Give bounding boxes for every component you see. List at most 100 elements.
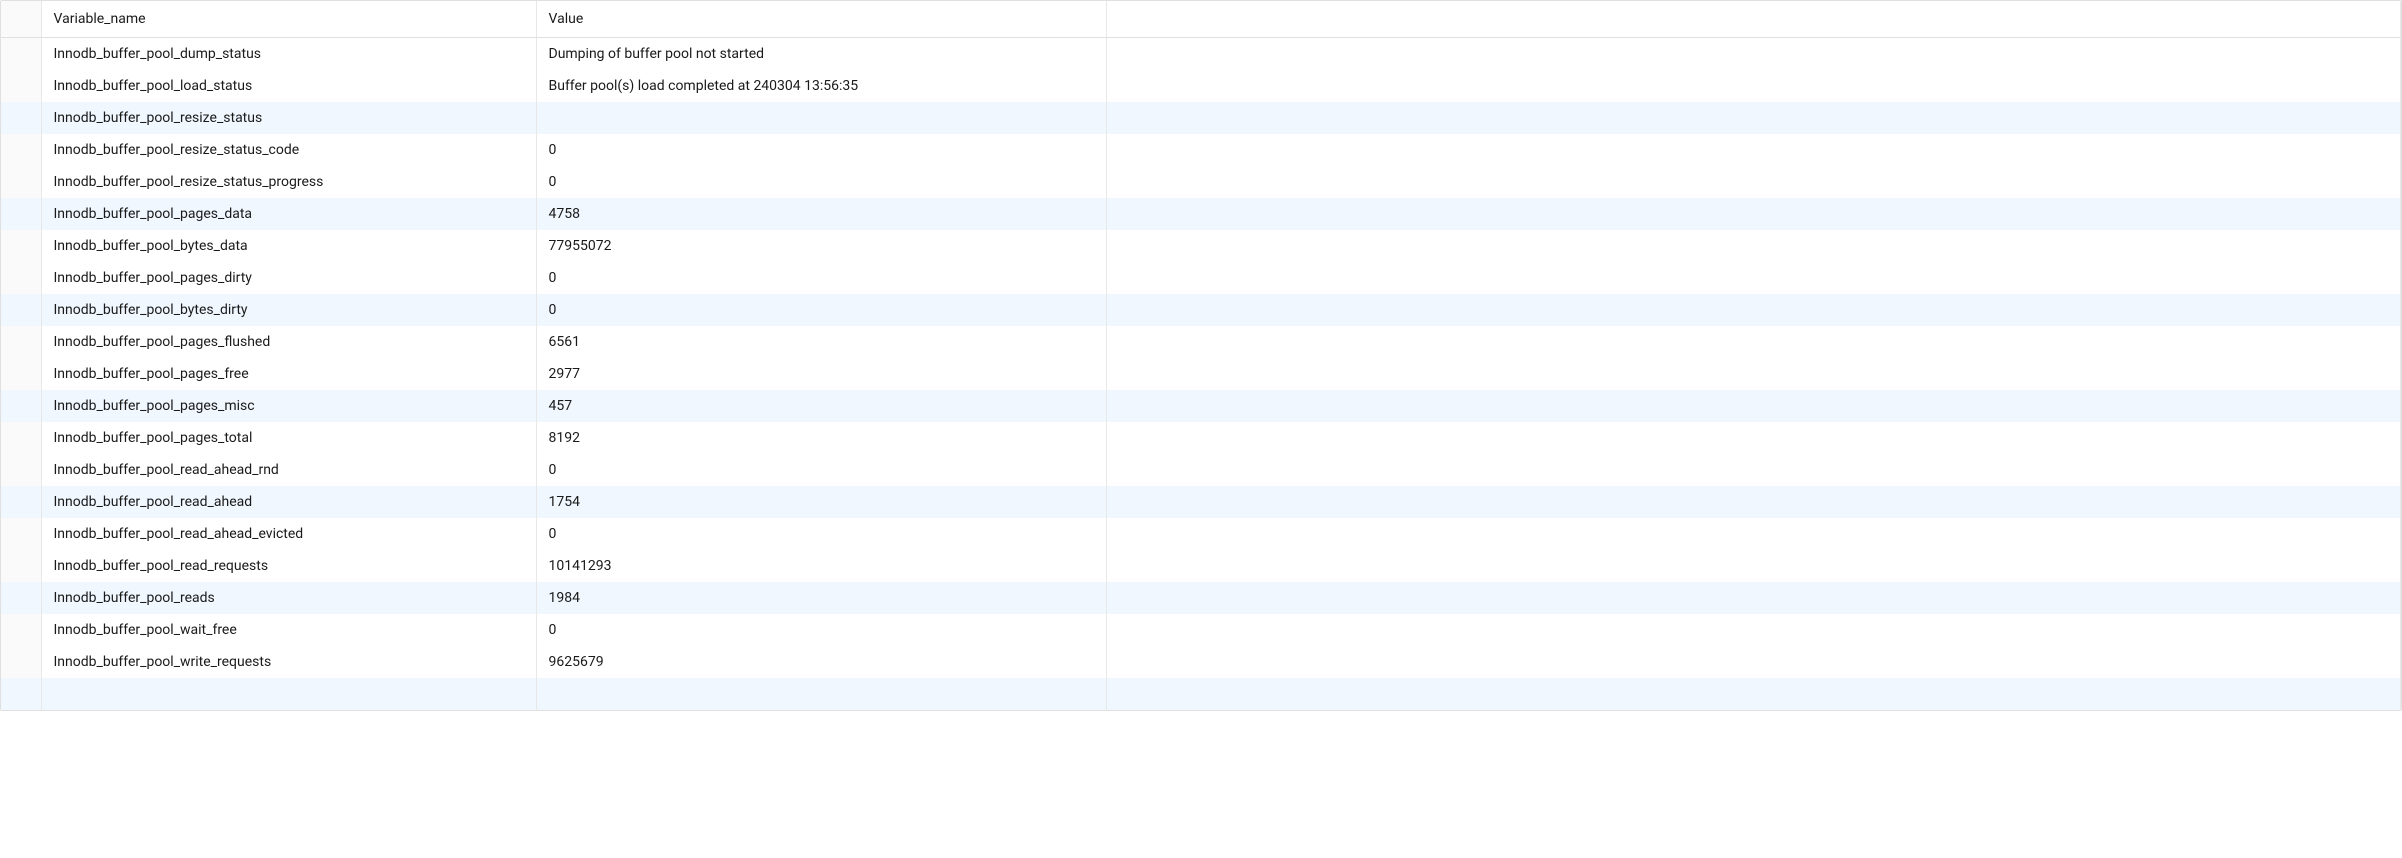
cell-value[interactable]: Dumping of buffer pool not started bbox=[536, 37, 1106, 70]
table-row[interactable]: Innodb_buffer_pool_pages_misc457 bbox=[1, 390, 2401, 422]
table-row[interactable]: Innodb_buffer_pool_read_ahead_evicted0 bbox=[1, 518, 2401, 550]
cell-variable-name[interactable]: Innodb_buffer_pool_pages_data bbox=[41, 198, 536, 230]
row-gutter[interactable] bbox=[1, 37, 41, 70]
table-row[interactable]: Innodb_buffer_pool_pages_dirty0 bbox=[1, 262, 2401, 294]
row-gutter[interactable] bbox=[1, 390, 41, 422]
cell-variable-name[interactable]: Innodb_buffer_pool_read_ahead_evicted bbox=[41, 518, 536, 550]
table-row[interactable]: Innodb_buffer_pool_wait_free0 bbox=[1, 614, 2401, 646]
cell-value[interactable]: 1754 bbox=[536, 486, 1106, 518]
cell-value[interactable]: 10141293 bbox=[536, 550, 1106, 582]
cell-value bbox=[536, 678, 1106, 710]
cell-value[interactable]: 0 bbox=[536, 454, 1106, 486]
table-header-row: Variable_name Value bbox=[1, 1, 2401, 37]
cell-variable-name[interactable]: Innodb_buffer_pool_load_status bbox=[41, 70, 536, 102]
cell-extra bbox=[1106, 454, 2401, 486]
cell-value[interactable]: 0 bbox=[536, 518, 1106, 550]
table-row[interactable]: Innodb_buffer_pool_pages_total8192 bbox=[1, 422, 2401, 454]
results-table-container: Variable_name Value Innodb_buffer_pool_d… bbox=[0, 0, 2402, 711]
column-header-gutter[interactable] bbox=[1, 1, 41, 37]
row-gutter[interactable] bbox=[1, 326, 41, 358]
cell-variable-name[interactable]: Innodb_buffer_pool_bytes_data bbox=[41, 230, 536, 262]
row-gutter[interactable] bbox=[1, 550, 41, 582]
table-row[interactable]: Innodb_buffer_pool_resize_status_code0 bbox=[1, 134, 2401, 166]
cell-value[interactable] bbox=[536, 102, 1106, 134]
table-row-empty bbox=[1, 678, 2401, 710]
table-row[interactable]: Innodb_buffer_pool_bytes_data77955072 bbox=[1, 230, 2401, 262]
row-gutter[interactable] bbox=[1, 294, 41, 326]
cell-value[interactable]: 2977 bbox=[536, 358, 1106, 390]
row-gutter[interactable] bbox=[1, 358, 41, 390]
table-row[interactable]: Innodb_buffer_pool_resize_status bbox=[1, 102, 2401, 134]
table-row[interactable]: Innodb_buffer_pool_pages_free2977 bbox=[1, 358, 2401, 390]
cell-value[interactable]: 0 bbox=[536, 166, 1106, 198]
column-header-value[interactable]: Value bbox=[536, 1, 1106, 37]
row-gutter[interactable] bbox=[1, 134, 41, 166]
row-gutter[interactable] bbox=[1, 422, 41, 454]
table-row[interactable]: Innodb_buffer_pool_read_requests10141293 bbox=[1, 550, 2401, 582]
table-row[interactable]: Innodb_buffer_pool_pages_flushed6561 bbox=[1, 326, 2401, 358]
table-row[interactable]: Innodb_buffer_pool_write_requests9625679 bbox=[1, 646, 2401, 678]
cell-variable-name[interactable]: Innodb_buffer_pool_pages_misc bbox=[41, 390, 536, 422]
cell-extra bbox=[1106, 37, 2401, 70]
row-gutter[interactable] bbox=[1, 230, 41, 262]
row-gutter[interactable] bbox=[1, 454, 41, 486]
cell-value[interactable]: 1984 bbox=[536, 582, 1106, 614]
table-row[interactable]: Innodb_buffer_pool_read_ahead_rnd0 bbox=[1, 454, 2401, 486]
row-gutter[interactable] bbox=[1, 262, 41, 294]
cell-variable-name[interactable]: Innodb_buffer_pool_wait_free bbox=[41, 614, 536, 646]
cell-variable-name[interactable]: Innodb_buffer_pool_resize_status bbox=[41, 102, 536, 134]
table-row[interactable]: Innodb_buffer_pool_pages_data4758 bbox=[1, 198, 2401, 230]
table-row[interactable]: Innodb_buffer_pool_bytes_dirty0 bbox=[1, 294, 2401, 326]
table-row[interactable]: Innodb_buffer_pool_reads1984 bbox=[1, 582, 2401, 614]
results-table: Variable_name Value Innodb_buffer_pool_d… bbox=[1, 1, 2401, 710]
cell-value[interactable]: 4758 bbox=[536, 198, 1106, 230]
cell-value[interactable]: 6561 bbox=[536, 326, 1106, 358]
cell-variable-name[interactable]: Innodb_buffer_pool_pages_free bbox=[41, 358, 536, 390]
cell-variable-name[interactable]: Innodb_buffer_pool_read_ahead_rnd bbox=[41, 454, 536, 486]
cell-value[interactable]: 77955072 bbox=[536, 230, 1106, 262]
cell-variable-name[interactable]: Innodb_buffer_pool_bytes_dirty bbox=[41, 294, 536, 326]
cell-value[interactable]: 0 bbox=[536, 614, 1106, 646]
cell-variable-name[interactable]: Innodb_buffer_pool_read_requests bbox=[41, 550, 536, 582]
cell-extra bbox=[1106, 326, 2401, 358]
row-gutter[interactable] bbox=[1, 518, 41, 550]
cell-extra bbox=[1106, 198, 2401, 230]
cell-extra bbox=[1106, 230, 2401, 262]
row-gutter[interactable] bbox=[1, 646, 41, 678]
cell-value[interactable]: 9625679 bbox=[536, 646, 1106, 678]
row-gutter[interactable] bbox=[1, 102, 41, 134]
row-gutter[interactable] bbox=[1, 166, 41, 198]
cell-variable-name[interactable]: Innodb_buffer_pool_reads bbox=[41, 582, 536, 614]
cell-value[interactable]: Buffer pool(s) load completed at 240304 … bbox=[536, 70, 1106, 102]
cell-value[interactable]: 0 bbox=[536, 294, 1106, 326]
row-gutter[interactable] bbox=[1, 70, 41, 102]
cell-extra bbox=[1106, 70, 2401, 102]
row-gutter[interactable] bbox=[1, 614, 41, 646]
cell-extra bbox=[1106, 678, 2401, 710]
cell-value[interactable]: 8192 bbox=[536, 422, 1106, 454]
cell-variable-name[interactable]: Innodb_buffer_pool_read_ahead bbox=[41, 486, 536, 518]
cell-variable-name[interactable]: Innodb_buffer_pool_pages_dirty bbox=[41, 262, 536, 294]
cell-variable-name[interactable]: Innodb_buffer_pool_write_requests bbox=[41, 646, 536, 678]
cell-variable-name[interactable]: Innodb_buffer_pool_pages_total bbox=[41, 422, 536, 454]
cell-extra bbox=[1106, 390, 2401, 422]
cell-variable-name[interactable]: Innodb_buffer_pool_resize_status_code bbox=[41, 134, 536, 166]
cell-variable-name[interactable]: Innodb_buffer_pool_resize_status_progres… bbox=[41, 166, 536, 198]
column-header-extra[interactable] bbox=[1106, 1, 2401, 37]
table-row[interactable]: Innodb_buffer_pool_dump_statusDumping of… bbox=[1, 37, 2401, 70]
row-gutter[interactable] bbox=[1, 486, 41, 518]
column-header-variable-name[interactable]: Variable_name bbox=[41, 1, 536, 37]
row-gutter[interactable] bbox=[1, 198, 41, 230]
row-gutter[interactable] bbox=[1, 582, 41, 614]
cell-extra bbox=[1106, 646, 2401, 678]
cell-variable-name[interactable]: Innodb_buffer_pool_dump_status bbox=[41, 37, 536, 70]
cell-extra bbox=[1106, 358, 2401, 390]
cell-value[interactable]: 0 bbox=[536, 262, 1106, 294]
table-row[interactable]: Innodb_buffer_pool_load_statusBuffer poo… bbox=[1, 70, 2401, 102]
cell-extra bbox=[1106, 486, 2401, 518]
table-row[interactable]: Innodb_buffer_pool_read_ahead1754 bbox=[1, 486, 2401, 518]
cell-value[interactable]: 0 bbox=[536, 134, 1106, 166]
table-row[interactable]: Innodb_buffer_pool_resize_status_progres… bbox=[1, 166, 2401, 198]
cell-variable-name[interactable]: Innodb_buffer_pool_pages_flushed bbox=[41, 326, 536, 358]
cell-value[interactable]: 457 bbox=[536, 390, 1106, 422]
